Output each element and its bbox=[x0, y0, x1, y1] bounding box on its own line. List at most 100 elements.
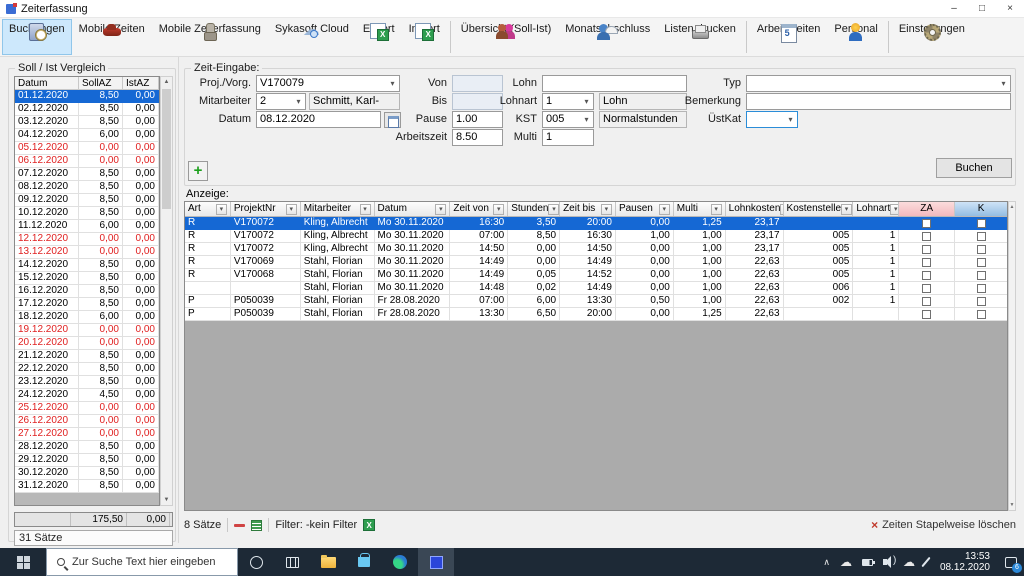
column-header-datum[interactable]: Datum▾ bbox=[375, 202, 451, 216]
scroll-up-icon[interactable]: ▲ bbox=[1009, 204, 1015, 210]
remove-icon[interactable] bbox=[234, 524, 245, 527]
datum-input[interactable]: 08.12.2020 bbox=[256, 111, 381, 128]
column-filter-icon[interactable]: ▾ bbox=[841, 204, 852, 215]
soll-ist-row[interactable]: 19.12.20200,000,00 bbox=[15, 324, 159, 337]
za-checkbox[interactable] bbox=[922, 232, 931, 241]
za-checkbox[interactable] bbox=[922, 271, 931, 280]
column-header-art[interactable]: Art▾ bbox=[185, 202, 231, 216]
soll-ist-row[interactable]: 24.12.20204,500,00 bbox=[15, 389, 159, 402]
scroll-down-icon[interactable]: ▼ bbox=[161, 497, 172, 503]
soll-ist-row[interactable]: 15.12.20208,500,00 bbox=[15, 272, 159, 285]
soll-ist-row[interactable]: 01.12.20208,500,00 bbox=[15, 90, 159, 103]
store-button[interactable] bbox=[346, 548, 382, 576]
soll-ist-row[interactable]: 02.12.20208,500,00 bbox=[15, 103, 159, 116]
column-header-lohnart[interactable]: Lohnart▾ bbox=[853, 202, 899, 216]
soll-ist-row[interactable]: 23.12.20208,500,00 bbox=[15, 376, 159, 389]
k-checkbox[interactable] bbox=[977, 297, 986, 306]
scroll-up-icon[interactable]: ▲ bbox=[161, 79, 172, 85]
column-header-datum[interactable]: Datum bbox=[15, 77, 79, 89]
chevron-down-icon[interactable]: ▾ bbox=[784, 112, 797, 127]
toolbar-button-export[interactable]: Export bbox=[356, 19, 402, 55]
buchen-button[interactable]: Buchen bbox=[936, 158, 1012, 178]
k-checkbox[interactable] bbox=[977, 284, 986, 293]
tray-expand-icon[interactable]: ∧ bbox=[818, 557, 835, 568]
volume-icon[interactable] bbox=[878, 559, 898, 565]
onedrive-icon[interactable]: ☁↑ bbox=[898, 557, 920, 567]
anzeige-row[interactable]: RV170072Kling, AlbrechtMo 30.11.202007:0… bbox=[185, 230, 1007, 243]
toolbar-button-arbeitszeiten[interactable]: Arbeitszeiten bbox=[750, 19, 828, 55]
soll-ist-row[interactable]: 25.12.20200,000,00 bbox=[15, 402, 159, 415]
column-filter-icon[interactable]: ▾ bbox=[493, 204, 504, 215]
anzeige-row[interactable]: RV170072Kling, AlbrechtMo 30.11.202014:5… bbox=[185, 243, 1007, 256]
column-header-istaz[interactable]: IstAZ bbox=[123, 77, 159, 89]
column-filter-icon[interactable]: ▾ bbox=[601, 204, 612, 215]
za-checkbox[interactable] bbox=[922, 245, 931, 254]
chevron-down-icon[interactable]: ▾ bbox=[997, 76, 1010, 91]
lohn-input[interactable] bbox=[542, 75, 687, 92]
soll-ist-row[interactable]: 16.12.20208,500,00 bbox=[15, 285, 159, 298]
toolbar-button-einstellungen[interactable]: Einstellungen bbox=[892, 19, 972, 55]
soll-ist-row[interactable]: 05.12.20200,000,00 bbox=[15, 142, 159, 155]
anzeige-row[interactable]: RV170072Kling, AlbrechtMo 30.11.202016:3… bbox=[185, 217, 1007, 230]
toolbar-button-monatsabschluss[interactable]: Monatsabschluss bbox=[558, 19, 657, 55]
column-header-mitarbeiter[interactable]: Mitarbeiter▾ bbox=[301, 202, 375, 216]
soll-ist-row[interactable]: 08.12.20208,500,00 bbox=[15, 181, 159, 194]
soll-ist-row[interactable]: 26.12.20200,000,00 bbox=[15, 415, 159, 428]
za-checkbox[interactable] bbox=[922, 310, 931, 319]
soll-ist-row[interactable]: 04.12.20206,000,00 bbox=[15, 129, 159, 142]
soll-ist-row[interactable]: 07.12.20208,500,00 bbox=[15, 168, 159, 181]
column-filter-icon[interactable]: ▾ bbox=[435, 204, 446, 215]
proj-vorg-combobox[interactable]: V170079▾ bbox=[256, 75, 400, 92]
toolbar-button-sykasoft-cloud[interactable]: Sykasoft Cloud bbox=[268, 19, 356, 55]
file-explorer-button[interactable] bbox=[310, 548, 346, 576]
soll-ist-row[interactable]: 28.12.20208,500,00 bbox=[15, 441, 159, 454]
soll-ist-row[interactable]: 17.12.20208,500,00 bbox=[15, 298, 159, 311]
toolbar-button-mobile-zeiterfassung[interactable]: Mobile Zeiterfassung bbox=[152, 19, 268, 55]
notification-center-button[interactable]: 6 bbox=[998, 548, 1024, 576]
k-checkbox[interactable] bbox=[977, 310, 986, 319]
soll-ist-row[interactable]: 03.12.20208,500,00 bbox=[15, 116, 159, 129]
soll-ist-row[interactable]: 31.12.20208,500,00 bbox=[15, 480, 159, 493]
column-header-stunden[interactable]: Stunden▾ bbox=[508, 202, 560, 216]
column-header-zeit-bis[interactable]: Zeit bis▾ bbox=[560, 202, 616, 216]
anzeige-row[interactable]: PP050039Stahl, FlorianFr 28.08.202013:30… bbox=[185, 308, 1007, 321]
soll-ist-row[interactable]: 09.12.20208,500,00 bbox=[15, 194, 159, 207]
za-checkbox[interactable] bbox=[922, 258, 931, 267]
toolbar-button-uebersicht-soll-ist[interactable]: Übersicht (Soll-Ist) bbox=[454, 19, 558, 55]
soll-ist-row[interactable]: 22.12.20208,500,00 bbox=[15, 363, 159, 376]
soll-ist-row[interactable]: 10.12.20208,500,00 bbox=[15, 207, 159, 220]
column-header-kostenstelle[interactable]: Kostenstelle▾ bbox=[784, 202, 854, 216]
anzeige-scrollbar[interactable]: ▲ ▼ bbox=[1008, 201, 1016, 511]
anzeige-row[interactable]: RV170068Stahl, FlorianMo 30.11.202014:49… bbox=[185, 269, 1007, 282]
grid-icon[interactable] bbox=[251, 520, 262, 531]
column-filter-icon[interactable]: ▾ bbox=[360, 204, 371, 215]
anzeige-row[interactable]: RV170069Stahl, FlorianMo 30.11.202014:49… bbox=[185, 256, 1007, 269]
k-checkbox[interactable] bbox=[977, 271, 986, 280]
soll-ist-row[interactable]: 06.12.20200,000,00 bbox=[15, 155, 159, 168]
edge-button[interactable] bbox=[382, 548, 418, 576]
cloud-icon[interactable]: ☁ bbox=[835, 557, 857, 567]
uestkat-combobox[interactable]: ▾ bbox=[746, 111, 798, 128]
minimize-button[interactable]: – bbox=[940, 0, 968, 18]
za-checkbox[interactable] bbox=[922, 284, 931, 293]
column-header-k[interactable]: K bbox=[955, 202, 1007, 216]
column-filter-icon[interactable]: ▾ bbox=[216, 204, 227, 215]
soll-ist-row[interactable]: 30.12.20208,500,00 bbox=[15, 467, 159, 480]
soll-ist-scrollbar[interactable]: ▲ ▼ bbox=[160, 76, 173, 506]
bemerkung-input[interactable] bbox=[746, 93, 1011, 110]
chevron-down-icon[interactable]: ▾ bbox=[580, 94, 593, 109]
close-button[interactable]: × bbox=[996, 0, 1024, 18]
column-header-za[interactable]: ZA bbox=[899, 202, 955, 216]
kst-combobox[interactable]: 005▾ bbox=[542, 111, 594, 128]
soll-ist-row[interactable]: 14.12.20208,500,00 bbox=[15, 259, 159, 272]
taskbar-search[interactable]: Zur Suche Text hier eingeben bbox=[46, 548, 238, 576]
soll-ist-row[interactable]: 20.12.20200,000,00 bbox=[15, 337, 159, 350]
maximize-button[interactable]: □ bbox=[968, 0, 996, 18]
column-header-multi[interactable]: Multi▾ bbox=[674, 202, 726, 216]
k-checkbox[interactable] bbox=[977, 245, 986, 254]
typ-combobox[interactable]: ▾ bbox=[746, 75, 1011, 92]
task-view-button[interactable] bbox=[274, 548, 310, 576]
scrollbar-thumb[interactable] bbox=[162, 89, 171, 209]
za-checkbox[interactable] bbox=[922, 297, 931, 306]
column-filter-icon[interactable]: ▾ bbox=[711, 204, 722, 215]
